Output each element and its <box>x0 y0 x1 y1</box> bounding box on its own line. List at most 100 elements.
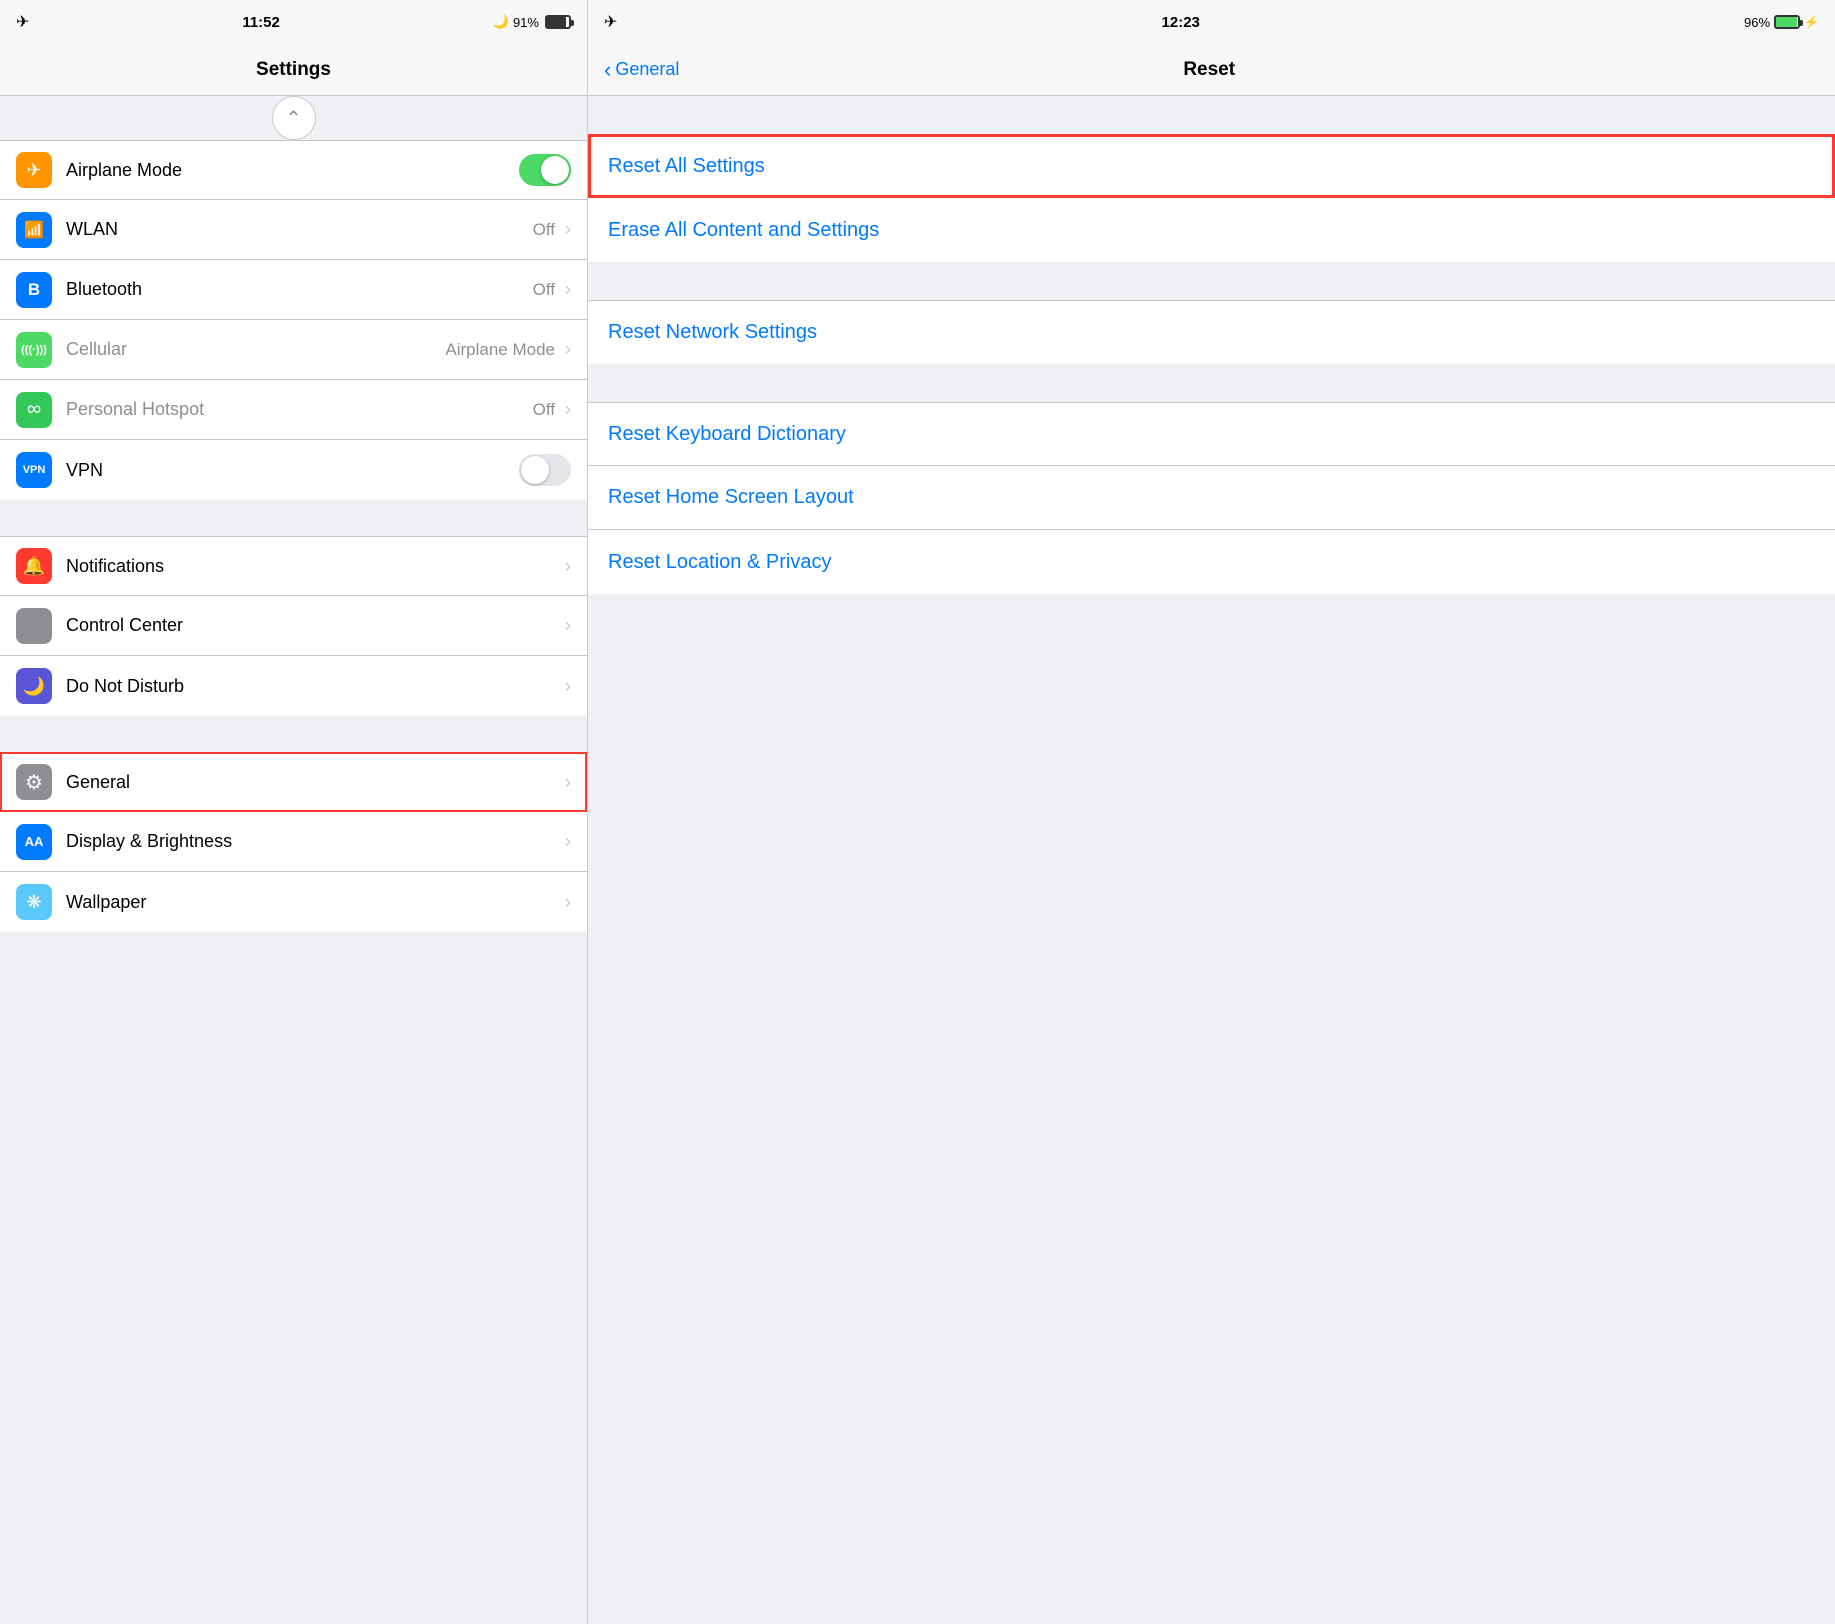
wallpaper-chevron: › <box>565 892 571 913</box>
wallpaper-icon-bg: ❋ <box>16 884 52 920</box>
battery-percentage: 91% <box>513 15 539 30</box>
left-status-right: 🌙 91% <box>493 14 571 30</box>
reset-all-settings-label: Reset All Settings <box>608 155 765 178</box>
gap-1 <box>0 500 587 536</box>
reset-network-label: Reset Network Settings <box>608 321 817 344</box>
hotspot-icon-bg: ∞ <box>16 392 52 428</box>
settings-title: Settings <box>256 59 331 81</box>
reset-all-settings-item[interactable]: Reset All Settings <box>588 134 1835 198</box>
hotspot-chevron: › <box>565 399 571 420</box>
hotspot-icon: ∞ <box>27 398 41 421</box>
control-center-item[interactable]: Control Center › <box>0 596 587 656</box>
right-airplane-icon: ✈ <box>604 14 617 31</box>
display-chevron: › <box>565 831 571 852</box>
moon-icon: 🌙 <box>493 14 509 30</box>
moon-dnd-icon: 🌙 <box>23 676 45 697</box>
bluetooth-value: Off <box>533 280 555 300</box>
display-brightness-label: Display & Brightness <box>66 831 561 852</box>
reset-keyboard-item[interactable]: Reset Keyboard Dictionary <box>588 402 1835 466</box>
reset-title: Reset <box>679 59 1739 81</box>
airplane-mode-item[interactable]: ✈ Airplane Mode <box>0 140 587 200</box>
control-center-chevron: › <box>565 615 571 636</box>
airplane-mode-icon-bg: ✈ <box>16 152 52 188</box>
notifications-item[interactable]: 🔔 Notifications › <box>0 536 587 596</box>
right-battery-pct: 96% <box>1744 15 1770 30</box>
wifi-icon: 📶 <box>24 220 44 240</box>
wlan-label: WLAN <box>66 219 533 240</box>
hotspot-value: Off <box>533 400 555 420</box>
vpn-icon: VPN <box>23 464 46 476</box>
airplane-icon: ✈ <box>26 160 41 181</box>
cellular-label: Cellular <box>66 339 445 360</box>
right-nav-bar: ‹ General Reset <box>588 44 1835 96</box>
vpn-toggle[interactable] <box>519 454 571 486</box>
reset-list: Reset All Settings Erase All Content and… <box>588 96 1835 1624</box>
gap-2 <box>0 716 587 752</box>
erase-all-content-label: Erase All Content and Settings <box>608 219 879 242</box>
scroll-top-area: ⌃ <box>0 96 587 140</box>
right-panel: ✈ 12:23 96% ⚡ ‹ General Reset Reset All … <box>588 0 1835 1624</box>
vpn-item[interactable]: VPN VPN <box>0 440 587 500</box>
right-battery-icon <box>1774 15 1800 29</box>
reset-bottom-space <box>588 594 1835 1394</box>
general-item[interactable]: ⚙ General › <box>0 752 587 812</box>
wallpaper-icon: ❋ <box>26 892 41 913</box>
reset-gap-3 <box>588 364 1835 402</box>
reset-gap-2 <box>588 262 1835 300</box>
reset-network-item[interactable]: Reset Network Settings <box>588 300 1835 364</box>
settings-list: ⌃ ✈ Airplane Mode 📶 WLAN Off <box>0 96 587 1624</box>
display-brightness-item[interactable]: AA Display & Brightness › <box>0 812 587 872</box>
notifications-chevron: › <box>565 556 571 577</box>
dnd-icon-bg: 🌙 <box>16 668 52 704</box>
control-center-label: Control Center <box>66 615 561 636</box>
wallpaper-item[interactable]: ❋ Wallpaper › <box>0 872 587 932</box>
reset-section-3: Reset Keyboard Dictionary Reset Home Scr… <box>588 402 1835 594</box>
dnd-label: Do Not Disturb <box>66 676 561 697</box>
right-status-left: ✈ <box>604 12 617 32</box>
cellular-item[interactable]: (((·))) Cellular Airplane Mode › <box>0 320 587 380</box>
wallpaper-label: Wallpaper <box>66 892 561 913</box>
wlan-chevron: › <box>565 219 571 240</box>
personal-hotspot-item[interactable]: ∞ Personal Hotspot Off › <box>0 380 587 440</box>
right-status-bar: ✈ 12:23 96% ⚡ <box>588 0 1835 44</box>
wlan-item[interactable]: 📶 WLAN Off › <box>0 200 587 260</box>
vpn-toggle-knob <box>521 456 549 484</box>
reset-home-screen-label: Reset Home Screen Layout <box>608 486 854 509</box>
system-section: 🔔 Notifications › Control Center › <box>0 536 587 716</box>
left-panel: ✈ 11:52 🌙 91% Settings ⌃ ✈ <box>0 0 587 1624</box>
reset-home-screen-item[interactable]: Reset Home Screen Layout <box>588 466 1835 530</box>
reset-location-privacy-item[interactable]: Reset Location & Privacy <box>588 530 1835 594</box>
reset-location-privacy-label: Reset Location & Privacy <box>608 551 831 574</box>
wlan-value: Off <box>533 220 555 240</box>
left-status-left: ✈ <box>16 12 29 32</box>
right-status-time: 12:23 <box>1162 14 1200 31</box>
left-nav-bar: Settings <box>0 44 587 96</box>
left-status-time: 11:52 <box>242 14 280 31</box>
left-status-bar: ✈ 11:52 🌙 91% <box>0 0 587 44</box>
cellular-value: Airplane Mode <box>445 340 555 360</box>
airplane-mode-label: Airplane Mode <box>66 160 519 181</box>
dnd-chevron: › <box>565 676 571 697</box>
more-section: ⚙ General › AA Display & Brightness › ❋ … <box>0 752 587 932</box>
display-icon-bg: AA <box>16 824 52 860</box>
back-button[interactable]: ‹ General <box>604 57 679 83</box>
cellular-icon: (((·))) <box>21 344 47 356</box>
airplane-mode-toggle[interactable] <box>519 154 571 186</box>
back-chevron-icon: ‹ <box>604 57 611 83</box>
general-chevron: › <box>565 772 571 793</box>
wlan-icon-bg: 📶 <box>16 212 52 248</box>
bluetooth-item[interactable]: B Bluetooth Off › <box>0 260 587 320</box>
display-icon: AA <box>25 834 44 849</box>
notifications-icon-bg: 🔔 <box>16 548 52 584</box>
right-status-right: 96% ⚡ <box>1744 15 1819 30</box>
bluetooth-label: Bluetooth <box>66 279 533 300</box>
cellular-icon-bg: (((·))) <box>16 332 52 368</box>
general-icon-bg: ⚙ <box>16 764 52 800</box>
battery-icon <box>545 15 571 29</box>
erase-all-content-item[interactable]: Erase All Content and Settings <box>588 198 1835 262</box>
reset-gap-top <box>588 96 1835 134</box>
do-not-disturb-item[interactable]: 🌙 Do Not Disturb › <box>0 656 587 716</box>
gear-icon: ⚙ <box>25 770 43 795</box>
notifications-icon: 🔔 <box>23 556 45 577</box>
airplane-mode-icon: ✈ <box>16 12 29 32</box>
